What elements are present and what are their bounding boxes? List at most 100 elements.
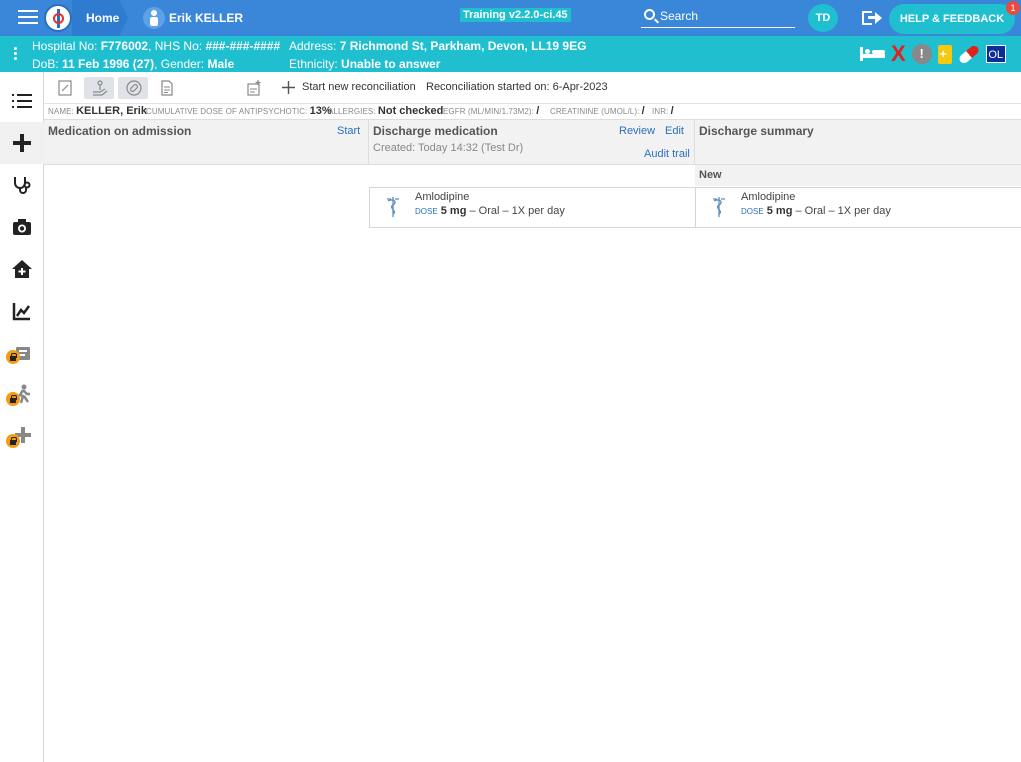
dose-key: DOSE bbox=[415, 207, 438, 216]
start-reconciliation-button[interactable]: Start new reconciliation bbox=[302, 81, 416, 93]
nhs-no-label: , NHS No: bbox=[148, 39, 203, 53]
print-pdf-button[interactable] bbox=[238, 77, 268, 99]
medication-name: Amlodipine bbox=[741, 191, 796, 203]
view-hand-button[interactable] bbox=[84, 77, 114, 99]
hospital-no: F776002 bbox=[100, 39, 149, 53]
lock-icon bbox=[6, 350, 20, 364]
sidebar-item-camera[interactable] bbox=[0, 206, 44, 248]
hospital-ids: Hospital No: F776002, NHS No: ###-###-##… bbox=[32, 39, 280, 53]
view-document-button[interactable] bbox=[152, 77, 182, 99]
logout-icon[interactable] bbox=[862, 9, 884, 27]
top-bar: Home Erik KELLER Training v2.2.0-ci.45 S… bbox=[0, 0, 1021, 36]
ethnicity-label: Ethnicity: bbox=[289, 57, 338, 71]
admission-column-header: Medication on admission Start bbox=[44, 119, 369, 165]
summary-medication-card[interactable]: Amlodipine DOSE 5 mg – Oral – 1X per day bbox=[695, 187, 1021, 228]
sidebar-item-home[interactable] bbox=[0, 248, 44, 290]
view-edit-button[interactable] bbox=[50, 77, 80, 99]
discharge-medication-card[interactable]: Amlodipine DOSE 5 mg – Oral – 1X per day bbox=[369, 187, 696, 228]
egfr-value: / bbox=[536, 105, 540, 117]
ol-badge[interactable]: OL bbox=[985, 45, 1006, 63]
sidebar-item-clinical[interactable] bbox=[0, 164, 44, 206]
name-key: NAME: bbox=[48, 107, 74, 116]
summary-column-header: Discharge summary bbox=[695, 119, 1021, 165]
search-box[interactable]: Search bbox=[641, 6, 795, 28]
info-creatinine: CREATININE (UMOL/L): / bbox=[550, 105, 655, 117]
gender-value: Male bbox=[207, 57, 235, 71]
medication-dose: DOSE 5 mg – Oral – 1X per day bbox=[741, 205, 891, 217]
discharge-column-header: Discharge medication Review Edit Created… bbox=[369, 119, 695, 165]
hand-pill-icon bbox=[93, 80, 108, 96]
stethoscope-icon bbox=[14, 177, 31, 194]
home-link[interactable]: Home bbox=[86, 11, 119, 25]
creatinine-value: / bbox=[641, 105, 645, 117]
info-allergies: ALLERGIES: Not checked bbox=[328, 105, 453, 117]
discharge-title: Discharge medication bbox=[373, 124, 498, 138]
review-link[interactable]: Review bbox=[619, 125, 655, 137]
dose-value: 5 mg bbox=[766, 205, 793, 217]
edit-link[interactable]: Edit bbox=[665, 125, 684, 137]
egfr-key: EGFR (ML/MIN/1.73M2): bbox=[443, 107, 535, 116]
hamburger-menu-icon[interactable] bbox=[18, 10, 38, 26]
dose-route: – Oral – 1X per day bbox=[469, 205, 565, 217]
bed-icon[interactable] bbox=[860, 47, 885, 61]
camera-icon bbox=[13, 219, 31, 235]
cross-icon[interactable]: X bbox=[891, 43, 906, 65]
sidebar-item-list[interactable] bbox=[0, 80, 44, 122]
alert-icon[interactable]: ! bbox=[911, 44, 932, 64]
search-icon bbox=[644, 9, 655, 20]
nhs-no: ###-###-#### bbox=[205, 39, 281, 53]
patient-banner: Hospital No: F776002, NHS No: ###-###-##… bbox=[0, 36, 1021, 72]
allergies-key: ALLERGIES: bbox=[328, 107, 376, 116]
more-options-icon[interactable] bbox=[14, 47, 17, 62]
audit-trail-link[interactable]: Audit trail bbox=[644, 148, 690, 160]
patient-icon bbox=[143, 7, 165, 29]
pill-circle-icon bbox=[126, 80, 142, 96]
summary-new-label: New bbox=[695, 165, 1021, 186]
plus-icon bbox=[13, 134, 31, 152]
allergies-value[interactable]: Not checked bbox=[378, 105, 443, 117]
creatinine-key: CREATININE (UMOL/L): bbox=[550, 107, 640, 116]
patient-breadcrumb[interactable]: Erik KELLER bbox=[169, 11, 243, 25]
home-add-icon bbox=[12, 260, 32, 278]
info-antipsychotic: CUMULATIVE DOSE OF ANTIPSYCHOTIC: 13% bbox=[146, 105, 342, 117]
chart-edit-icon bbox=[12, 303, 31, 321]
admission-title: Medication on admission bbox=[48, 124, 192, 138]
sidebar-item-chart[interactable] bbox=[0, 290, 44, 332]
hospital-no-label: Hospital No: bbox=[32, 39, 98, 53]
info-inr: INR: / bbox=[652, 105, 684, 117]
summary-title: Discharge summary bbox=[699, 124, 814, 138]
gender-label: , Gender: bbox=[154, 57, 205, 71]
patient-status-icons: X ! OL bbox=[860, 43, 1006, 65]
sidebar-item-locked-transfer[interactable] bbox=[0, 374, 44, 416]
help-notification-badge: 1 bbox=[1006, 1, 1020, 15]
view-pill-button[interactable] bbox=[118, 77, 148, 99]
dose-key: DOSE bbox=[741, 207, 764, 216]
help-feedback-button[interactable]: HELP & FEEDBACK bbox=[889, 4, 1015, 34]
patient-dob-gender: DoB: 11 Feb 1996 (27), Gender: Male bbox=[32, 57, 234, 71]
reconciliation-grid: Medication on admission Start Discharge … bbox=[44, 119, 1021, 229]
sidebar-item-locked-notes[interactable] bbox=[0, 332, 44, 374]
inr-key: INR: bbox=[652, 107, 669, 116]
sidebar-item-locked-add[interactable] bbox=[0, 416, 44, 458]
antipsychotic-key: CUMULATIVE DOSE OF ANTIPSYCHOTIC: bbox=[146, 107, 308, 116]
medication-dose: DOSE 5 mg – Oral – 1X per day bbox=[415, 205, 565, 217]
inr-value: / bbox=[670, 105, 674, 117]
pill-icon[interactable] bbox=[957, 43, 981, 65]
pdf-add-icon bbox=[247, 80, 261, 96]
patient-address: Address: 7 Richmond St, Parkham, Devon, … bbox=[289, 39, 586, 53]
clipboard-add-icon[interactable] bbox=[937, 44, 952, 64]
address-label: Address: bbox=[289, 39, 337, 53]
reconciliation-toolbar: Start new reconciliation Reconciliation … bbox=[44, 72, 1021, 104]
user-avatar[interactable]: TD bbox=[808, 4, 838, 32]
sidebar-item-medications[interactable] bbox=[0, 122, 44, 164]
app-logo-icon bbox=[44, 4, 72, 32]
plus-icon[interactable] bbox=[282, 81, 295, 94]
lock-icon bbox=[6, 392, 20, 406]
start-admission-link[interactable]: Start bbox=[337, 125, 360, 137]
dob-value: 11 Feb 1996 (27) bbox=[62, 57, 155, 71]
ethnicity-value: Unable to answer bbox=[341, 57, 441, 71]
document-icon bbox=[161, 80, 173, 96]
medication-name: Amlodipine bbox=[415, 191, 470, 203]
medication-caduceus-icon bbox=[387, 197, 399, 217]
dob-label: DoB: bbox=[32, 57, 59, 71]
